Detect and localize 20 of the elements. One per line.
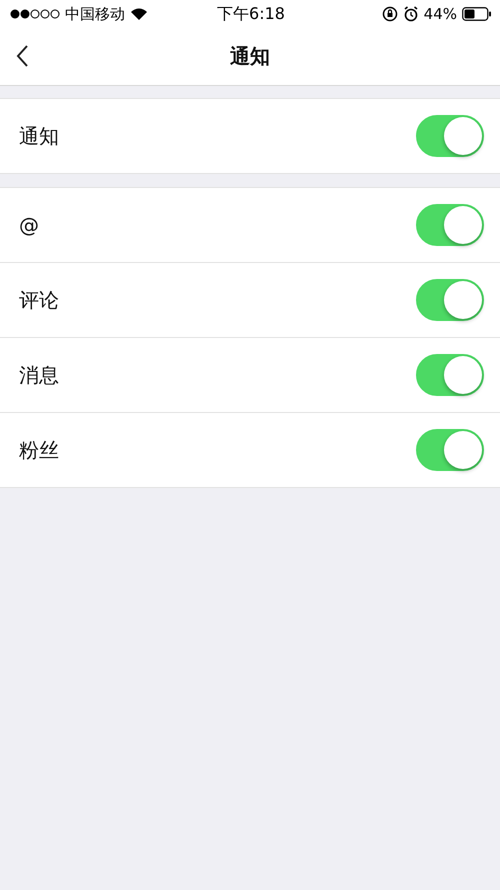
battery-icon	[462, 7, 492, 21]
toggle-switch[interactable]	[416, 115, 484, 157]
setting-label: 消息	[19, 362, 59, 388]
toggle-switch[interactable]	[416, 279, 484, 321]
setting-label: 通知	[19, 122, 59, 150]
signal-icon	[10, 8, 60, 20]
back-chevron-icon	[16, 44, 30, 68]
toggle-switch[interactable]	[416, 354, 484, 396]
status-time: 下午6:18	[217, 4, 285, 24]
lock-rotation-icon	[382, 6, 398, 22]
toggle-switch[interactable]	[416, 429, 484, 471]
toggle-switch[interactable]	[416, 204, 484, 246]
setting-label: @	[19, 213, 39, 237]
wifi-icon	[130, 7, 148, 21]
alarm-icon	[402, 6, 419, 22]
setting-label: 评论	[19, 286, 59, 314]
battery-percent: 44%	[424, 5, 457, 23]
setting-label: 粉丝	[19, 436, 59, 464]
carrier-name: 中国移动	[65, 4, 125, 24]
page-title: 通知	[230, 43, 270, 70]
